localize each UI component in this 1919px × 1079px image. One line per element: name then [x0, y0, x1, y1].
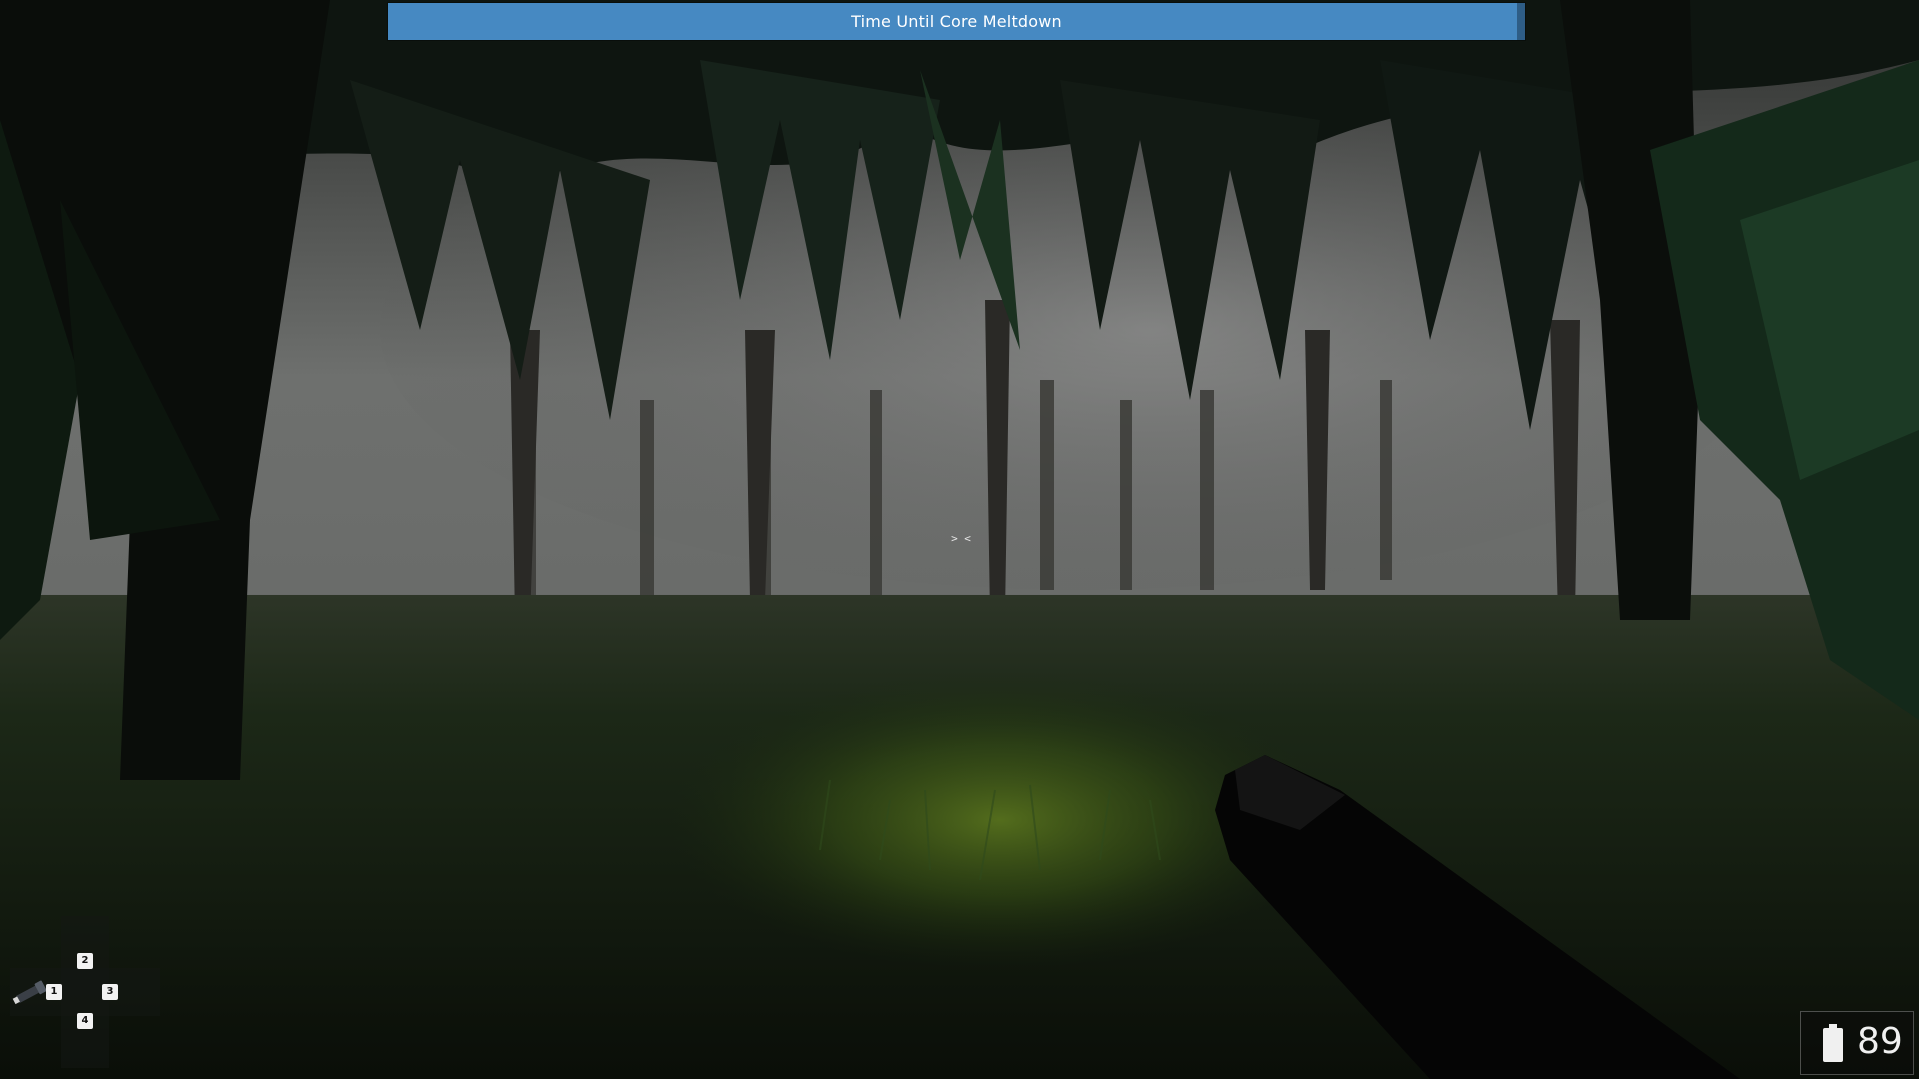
game-scene: [0, 0, 1919, 1079]
